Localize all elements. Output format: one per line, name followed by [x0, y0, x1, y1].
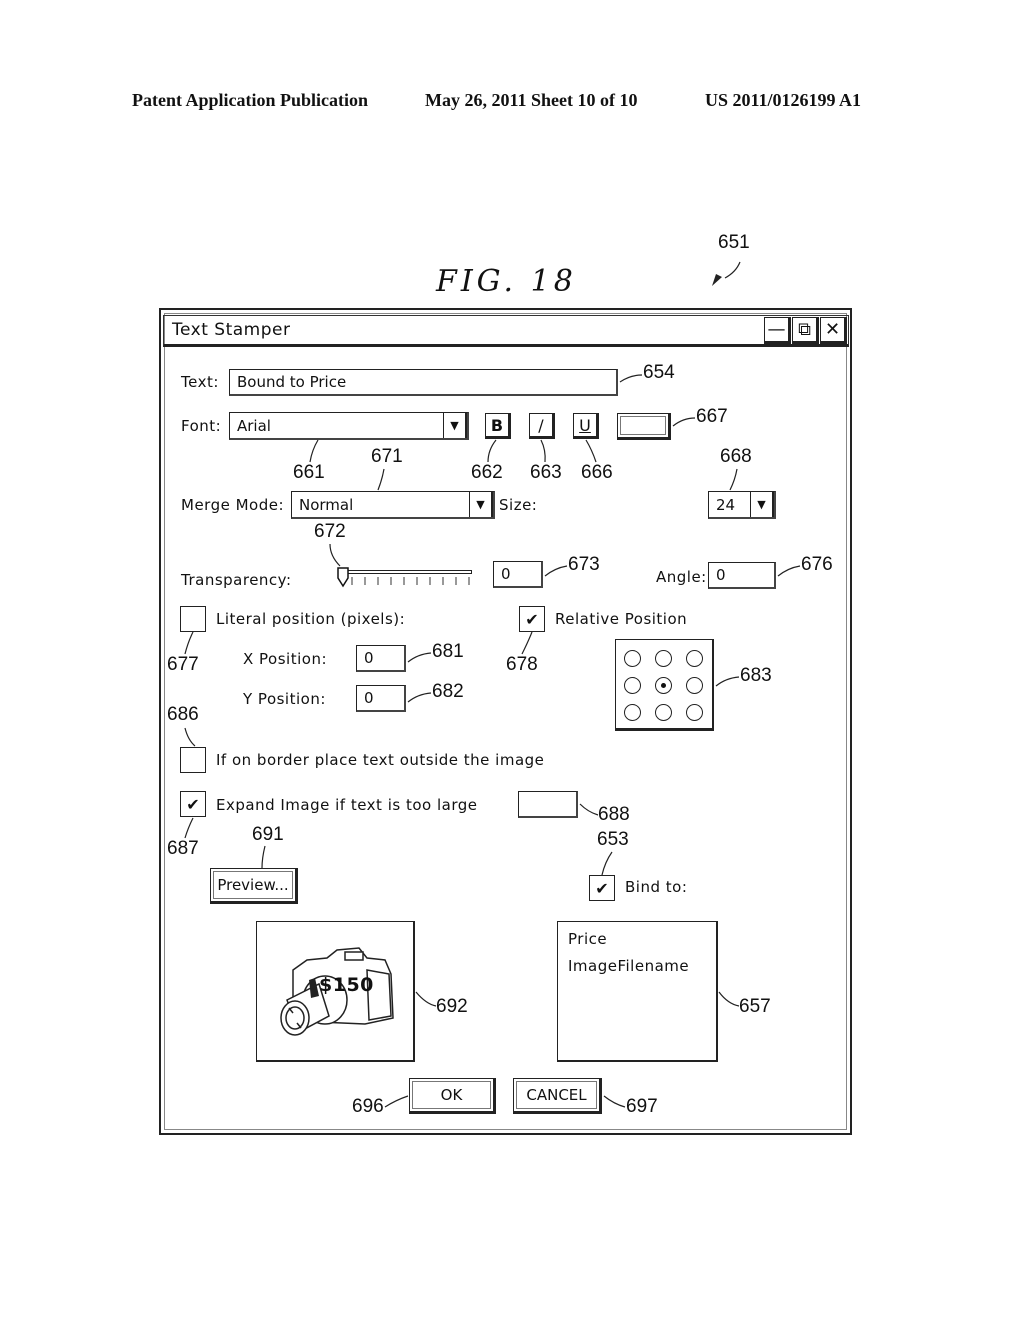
leader-lines	[184, 261, 801, 1108]
arrow-icon	[712, 274, 722, 286]
